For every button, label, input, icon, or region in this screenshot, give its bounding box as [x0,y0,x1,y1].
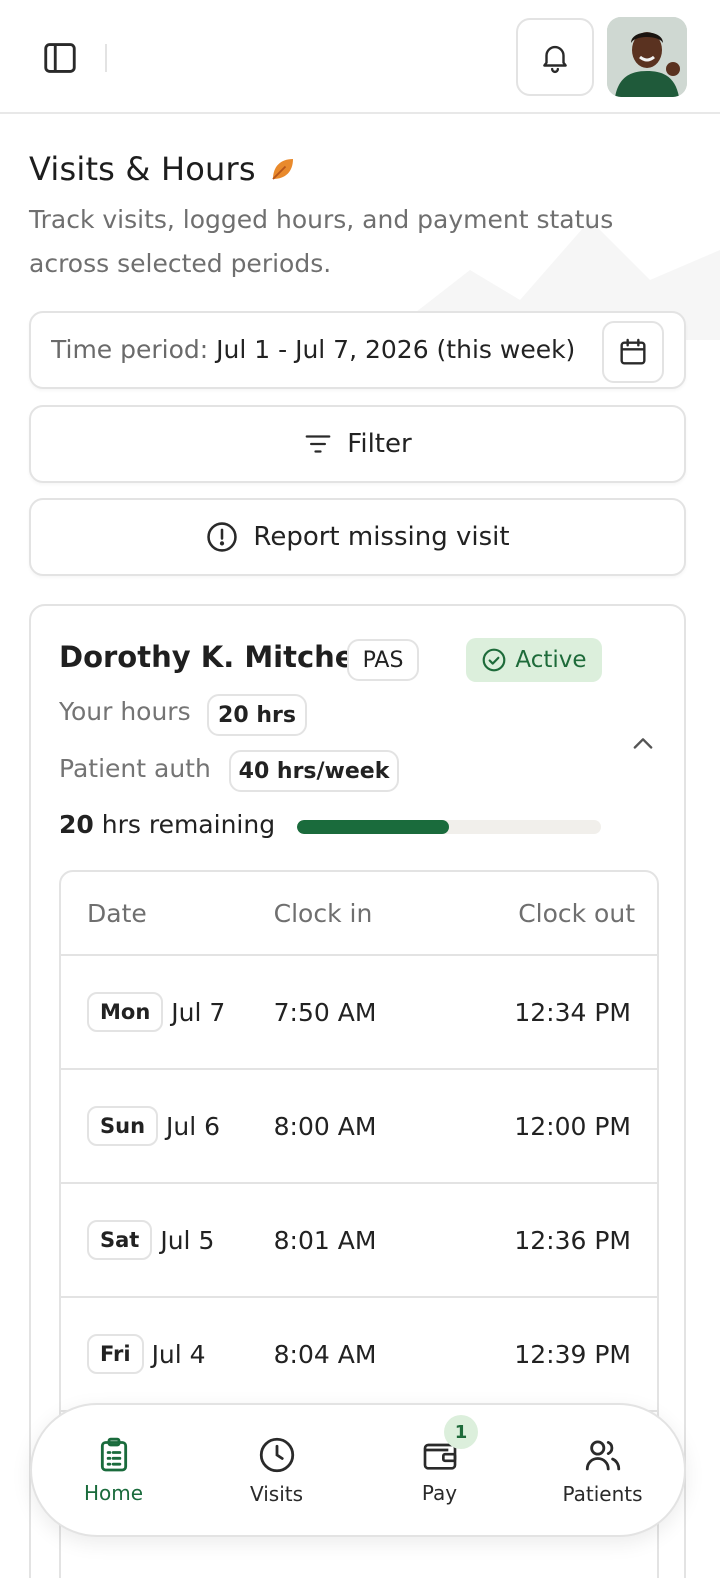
row-clock-in: 8:00 AM [273,1111,377,1141]
row-date-cell: Sun Jul 6 [61,1106,274,1146]
page-title: Visits & Hours [29,150,298,188]
nav-item-home[interactable]: Home [32,1405,195,1535]
check-circle-icon [483,648,506,672]
top-bar [0,0,720,114]
nav-label-patients: Patients [562,1482,643,1506]
header-divider [105,44,107,72]
time-period-value: Jul 1 - Jul 7, 2026 (this week) [216,335,576,364]
filter-label: Filter [347,429,412,459]
nav-label-home: Home [83,1481,144,1505]
alert-circle-icon [207,522,238,552]
nav-item-patients[interactable]: Patients [521,1405,684,1535]
row-date: Jul 4 [151,1339,206,1369]
sidebar-toggle-button[interactable] [40,38,80,78]
row-clock-in: 8:01 AM [273,1225,377,1255]
patient-auth-value: 40 hrs/week [229,750,399,792]
hours-remaining-label: hrs remaining [93,810,276,839]
page-title-text: Visits & Hours [29,150,256,188]
row-date: Jul 5 [160,1225,215,1255]
row-clock-out: 12:34 PM [514,997,631,1027]
status-badge: Active [466,638,602,682]
report-missing-visit-label: Report missing visit [253,522,510,552]
hours-progress-bar [297,820,601,834]
patient-name: Dorothy K. Mitchell [59,640,375,674]
leaf-icon [272,159,293,180]
clipboard-icon [100,1437,127,1472]
hours-remaining: 20 hrs remaining [59,810,275,839]
table-header: Date Clock in Clock out [61,872,657,956]
row-date-cell: Fri Jul 4 [61,1334,274,1374]
bottom-nav: Home Visits 1 Pay Patients [30,1403,686,1537]
row-date-cell: Sat Jul 5 [61,1220,274,1260]
clock-icon [259,1437,294,1473]
table-row[interactable]: Mon Jul 7 7:50 AM 12:34 PM [61,956,657,1070]
filter-icon [305,435,331,453]
time-period-label: Time period: [51,335,217,364]
row-clock-in: 8:04 AM [273,1339,377,1369]
users-icon [585,1440,620,1471]
row-clock-out: 12:00 PM [514,1111,631,1141]
notifications-button[interactable] [516,18,594,96]
header-clock-in: Clock in [273,898,373,928]
nav-item-visits[interactable]: Visits [195,1405,358,1535]
day-badge: Mon [87,992,164,1032]
filter-button-content: Filter [31,407,684,481]
avatar-image [607,17,687,97]
program-badge: PAS [347,639,419,681]
table-row[interactable]: Sat Jul 5 8:01 AM 12:36 PM [61,1184,657,1298]
your-hours-label: Your hours [59,697,191,726]
row-date: Jul 7 [171,997,226,1027]
table-row[interactable]: Fri Jul 4 8:04 AM 12:39 PM [61,1298,657,1412]
chevron-up-icon[interactable] [629,730,657,758]
day-badge: Fri [87,1334,144,1374]
row-clock-out: 12:36 PM [514,1225,631,1255]
filter-button[interactable]: Filter [29,405,686,483]
hours-remaining-number: 20 [59,810,94,839]
nav-item-pay[interactable]: 1 Pay [358,1405,521,1535]
calendar-icon [620,338,646,365]
time-period-text: Time period: Jul 1 - Jul 7, 2026 (this w… [51,335,606,364]
calendar-button[interactable] [602,321,664,383]
row-date: Jul 6 [166,1111,221,1141]
row-clock-out: 12:39 PM [514,1339,631,1369]
nav-label-pay: Pay [421,1481,458,1505]
row-date-cell: Mon Jul 7 [61,992,274,1032]
time-period-selector[interactable]: Time period: Jul 1 - Jul 7, 2026 (this w… [29,311,686,389]
report-missing-visit-button[interactable]: Report missing visit [29,498,686,576]
bell-icon [543,45,567,74]
nav-label-visits: Visits [249,1482,304,1506]
header-clock-out: Clock out [518,898,635,928]
sidebar-toggle-icon [44,43,76,73]
day-badge: Sat [87,1220,153,1260]
page-subtitle: Track visits, logged hours, and payment … [29,205,614,278]
patient-auth-label: Patient auth [59,754,211,783]
row-clock-in: 7:50 AM [273,997,377,1027]
day-badge: Sun [87,1106,159,1146]
table-row[interactable]: Sun Jul 6 8:00 AM 12:00 PM [61,1070,657,1184]
hours-progress-fill [297,820,449,834]
status-label: Active [515,647,587,673]
pay-badge: 1 [444,1415,478,1449]
user-avatar[interactable] [607,17,687,97]
header-date: Date [87,898,147,928]
your-hours-value: 20 hrs [207,694,307,736]
report-button-content: Report missing visit [31,500,684,574]
